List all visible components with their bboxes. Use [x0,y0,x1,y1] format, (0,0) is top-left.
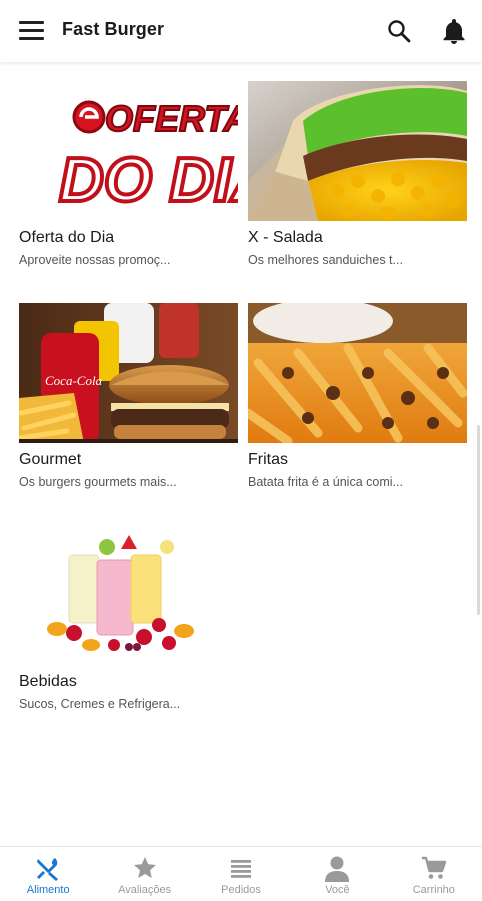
nav-item-voce[interactable]: Você [289,847,385,901]
can-label: Coca-Cola [45,373,103,388]
category-title: Fritas [248,451,288,468]
banner-text-line2: DO DIA [59,146,238,215]
nav-label: Avaliações [118,884,172,896]
bell-icon[interactable] [441,17,467,45]
category-card-gourmet[interactable]: Coca-Cola Gourmet Os burgers gourmets ma… [19,303,238,489]
nav-label: Alimento [26,884,70,896]
bottom-navigation: Alimento Avaliações Pedidos Você Carrinh… [0,846,482,901]
gourmet-image: Coca-Cola [19,303,238,443]
star-icon [133,857,156,878]
category-title: X - Salada [248,229,323,246]
nav-item-alimento[interactable]: Alimento [0,847,96,901]
x-salada-image [248,81,467,221]
category-card-oferta-do-dia[interactable]: OFERTA DO DIA Oferta do Dia Aproveite no… [19,81,238,267]
top-app-bar: Fast Burger [0,0,482,62]
nav-label: Carrinho [412,884,455,896]
category-description: Batata frita é a única comi... [248,475,403,489]
app-title: Fast Burger [62,19,165,39]
nav-label: Você [325,884,350,896]
banner-text-line1: OFERTA [105,98,238,139]
category-card-fritas[interactable]: Fritas Batata frita é a única comi... [248,303,467,489]
oferta-do-dia-banner-image: OFERTA DO DIA [19,81,238,221]
nav-item-carrinho[interactable]: Carrinho [386,847,482,901]
category-description: Os melhores sanduiches t... [248,253,403,267]
category-title: Oferta do Dia [19,229,115,246]
nav-label: Pedidos [221,884,261,896]
category-title: Bebidas [19,673,77,690]
hamburger-menu-icon[interactable] [19,20,45,42]
nav-item-avaliacoes[interactable]: Avaliações [96,847,192,901]
scrollbar[interactable] [477,425,480,615]
cart-icon [421,856,447,879]
category-card-x-salada[interactable]: X - Salada Os melhores sanduiches t... [248,81,467,267]
category-description: Sucos, Cremes e Refrigera... [19,697,181,711]
utensils-icon [37,858,59,881]
nav-item-pedidos[interactable]: Pedidos [193,847,289,901]
category-title: Gourmet [19,451,82,468]
category-description: Aproveite nossas promoç... [19,253,171,267]
category-description: Os burgers gourmets mais... [19,475,177,489]
category-card-bebidas[interactable]: Bebidas Sucos, Cremes e Refrigera... [19,525,238,711]
fritas-image [248,303,467,443]
search-icon[interactable] [386,18,412,44]
list-icon [231,860,252,878]
bebidas-image [19,525,238,665]
person-icon [325,856,350,882]
